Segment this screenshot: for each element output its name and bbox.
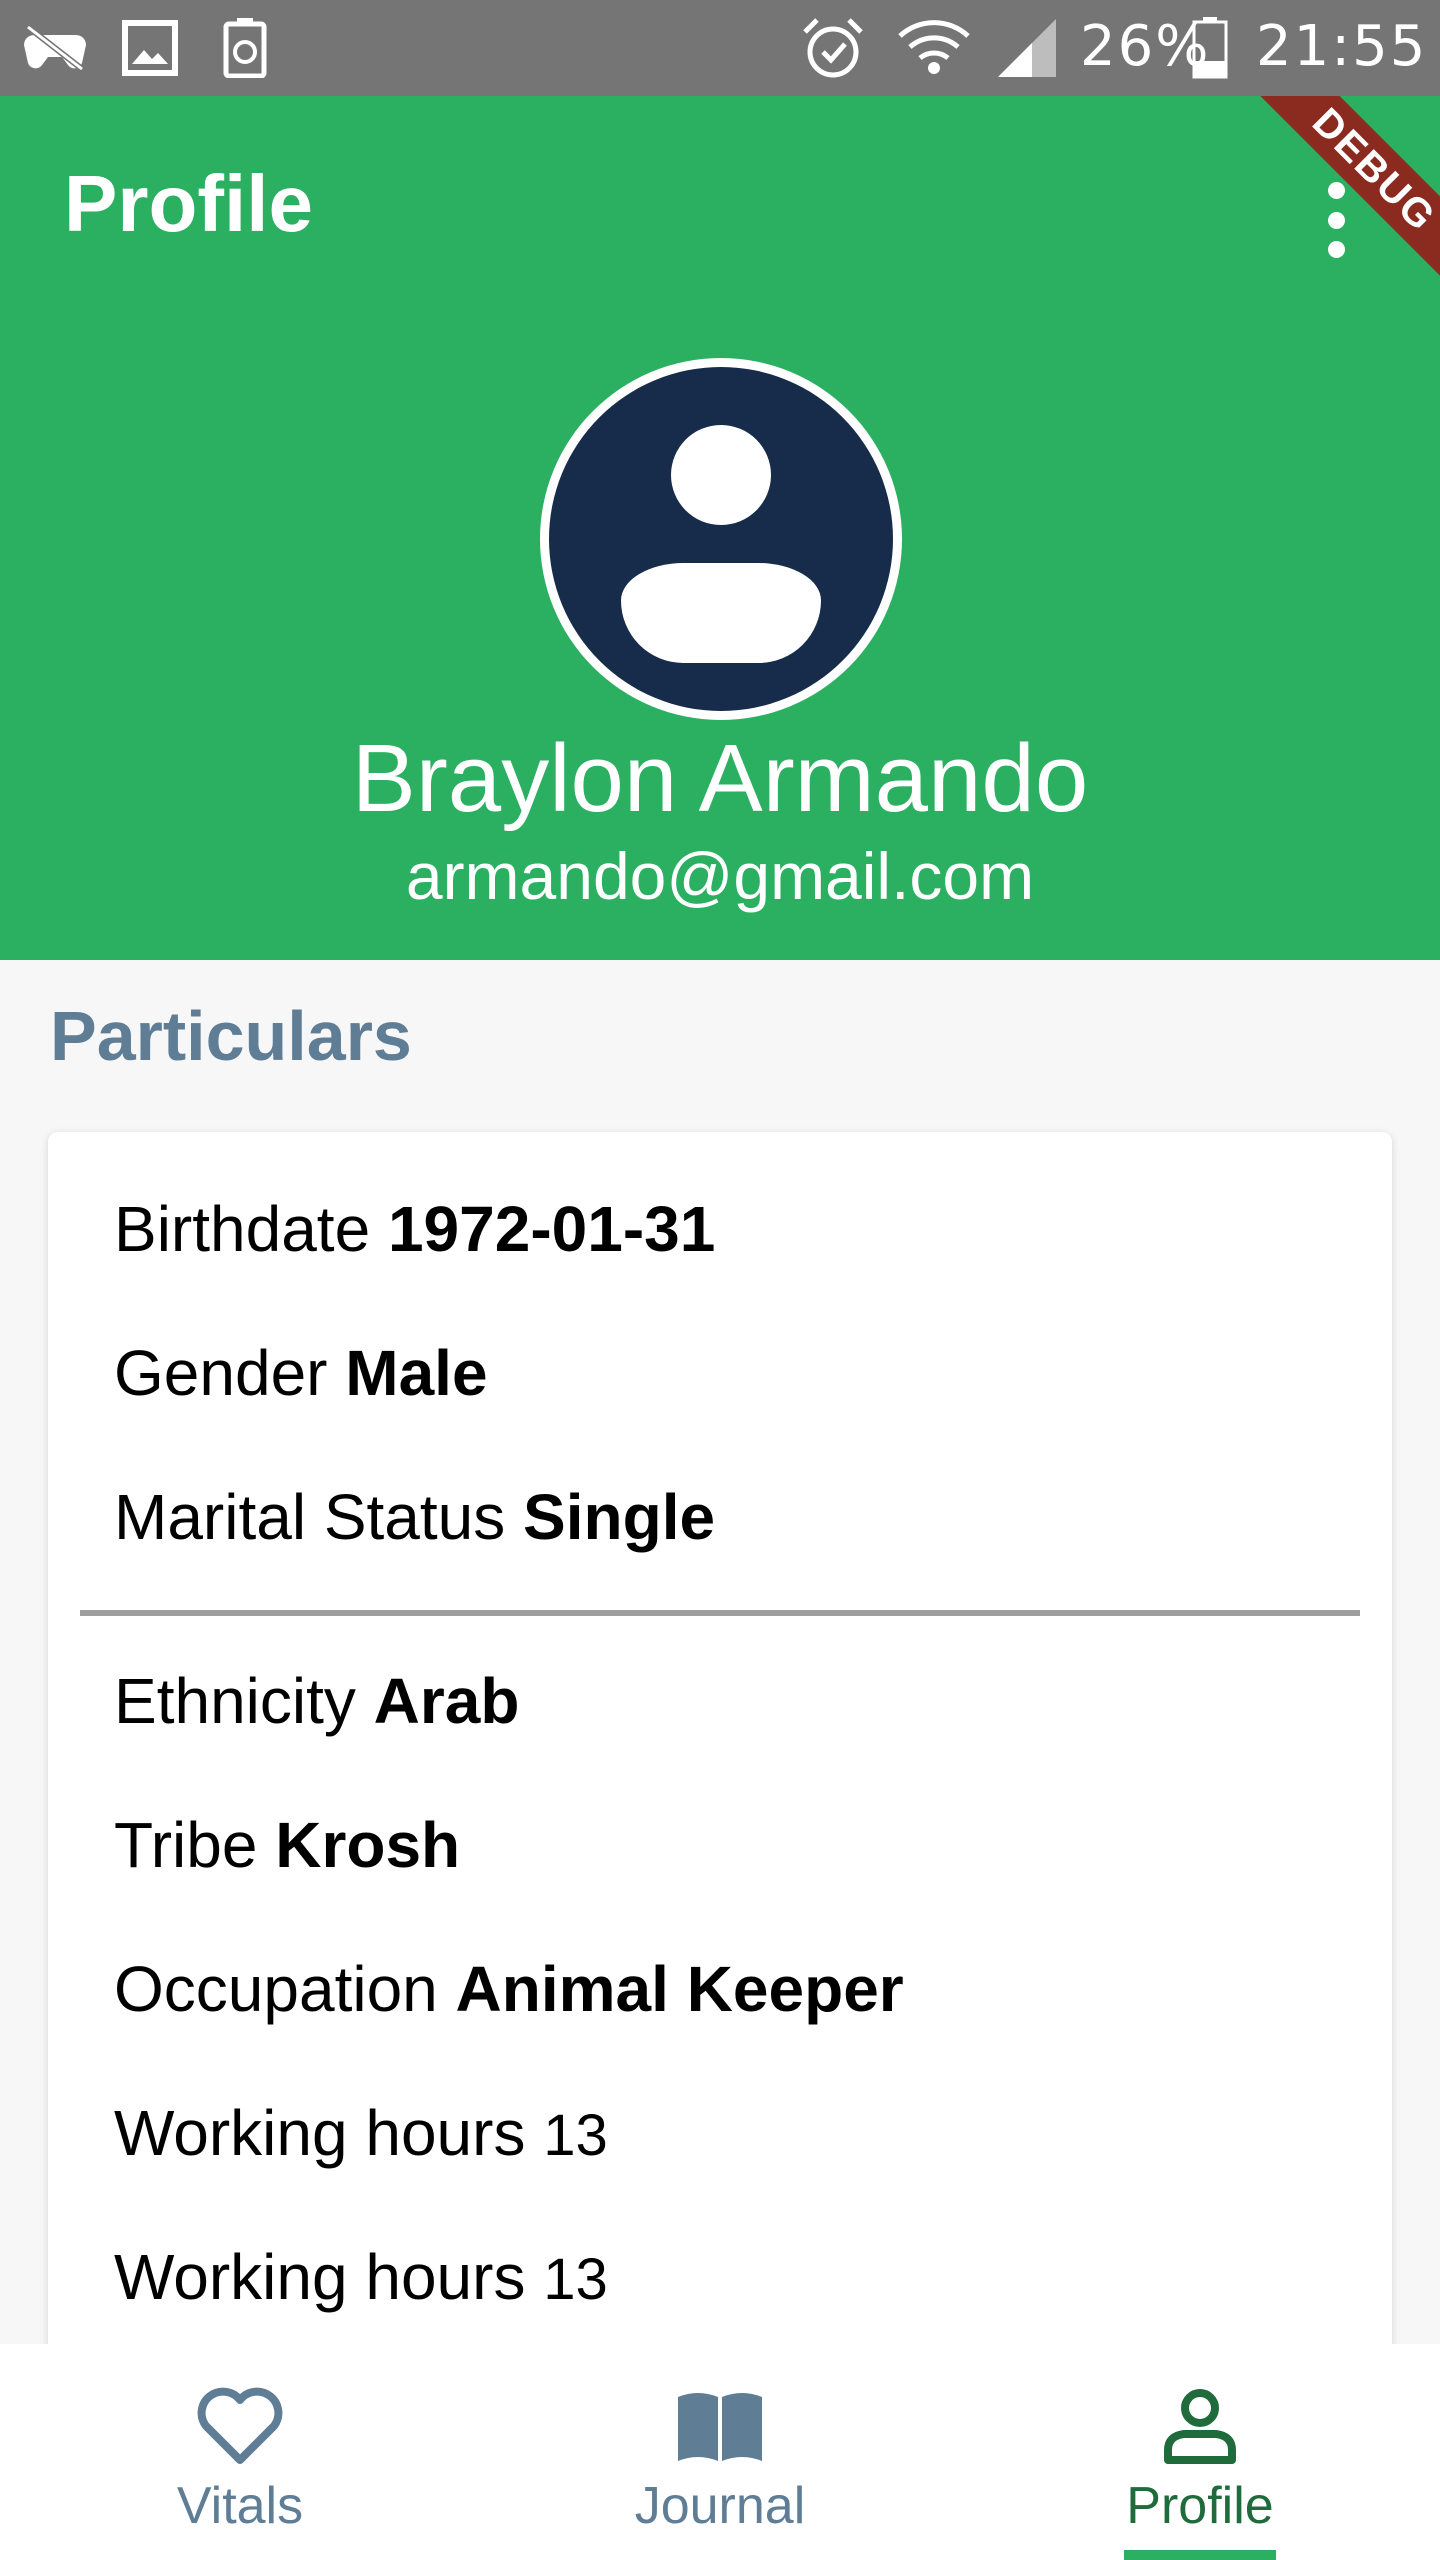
gender-row: Gender Male xyxy=(114,1336,488,1410)
user-email: armando@gmail.com xyxy=(405,839,1035,913)
page-title: Profile xyxy=(64,159,313,248)
bottom-navigation: Vitals Journal Profile xyxy=(0,2344,1440,2560)
occupation-label: Occupation xyxy=(114,1953,438,2025)
working-hours-label: Working hours xyxy=(114,2097,526,2169)
heart-icon xyxy=(197,2380,283,2472)
gender-value: Male xyxy=(345,1337,488,1409)
divider xyxy=(80,1610,1360,1616)
working-hours-value: 13 xyxy=(543,2247,608,2312)
nav-label-journal: Journal xyxy=(634,2477,806,2535)
occupation-value: Animal Keeper xyxy=(455,1953,904,2025)
book-icon xyxy=(674,2380,766,2472)
battery-icon xyxy=(1190,17,1230,79)
birthdate-label: Birthdate xyxy=(114,1193,371,1265)
clock: 21:55 xyxy=(1256,14,1428,79)
ethnicity-label: Ethnicity xyxy=(114,1665,356,1737)
section-title-particulars: Particulars xyxy=(50,997,412,1075)
marital-status-value: Single xyxy=(523,1481,716,1553)
particulars-card: Birthdate 1972-01-31 Gender Male Marital… xyxy=(48,1132,1392,2432)
status-bar: 26% 21:55 xyxy=(0,0,1440,96)
working-hours-row: Working hours 13 xyxy=(114,2096,608,2170)
active-tab-indicator xyxy=(1124,2550,1276,2560)
battery-saver-icon xyxy=(220,18,270,78)
person-avatar-icon xyxy=(549,367,893,711)
nav-item-vitals[interactable]: Vitals xyxy=(0,2344,480,2560)
tribe-value: Krosh xyxy=(275,1809,461,1881)
profile-header: Profile DEBUG Braylon Armando armando@gm… xyxy=(0,96,1440,960)
user-name: Braylon Armando xyxy=(351,725,1089,832)
ethnicity-value: Arab xyxy=(373,1665,520,1737)
nav-label-profile: Profile xyxy=(1126,2477,1274,2535)
tribe-label: Tribe xyxy=(114,1809,258,1881)
person-icon xyxy=(1164,2380,1236,2472)
alarm-icon xyxy=(798,18,868,78)
working-hours-label: Working hours xyxy=(114,2241,526,2313)
tribe-row: Tribe Krosh xyxy=(114,1808,460,1882)
game-controller-icon xyxy=(22,18,88,78)
working-hours-value: 13 xyxy=(543,2103,608,2168)
signal-icon xyxy=(994,18,1060,78)
occupation-row: Occupation Animal Keeper xyxy=(114,1952,904,2026)
marital-status-label: Marital Status xyxy=(114,1481,506,1553)
avatar[interactable] xyxy=(540,358,902,720)
image-icon xyxy=(120,18,180,78)
nav-item-profile[interactable]: Profile xyxy=(960,2344,1440,2560)
working-hours-row: Working hours 13 xyxy=(114,2240,608,2314)
gender-label: Gender xyxy=(114,1337,328,1409)
birthdate-value: 1972-01-31 xyxy=(387,1193,716,1265)
wifi-icon xyxy=(896,18,972,78)
nav-label-vitals: Vitals xyxy=(176,2477,304,2535)
marital-status-row: Marital Status Single xyxy=(114,1480,715,1554)
nav-item-journal[interactable]: Journal xyxy=(480,2344,960,2560)
birthdate-row: Birthdate 1972-01-31 xyxy=(114,1192,715,1266)
ethnicity-row: Ethnicity Arab xyxy=(114,1664,519,1738)
